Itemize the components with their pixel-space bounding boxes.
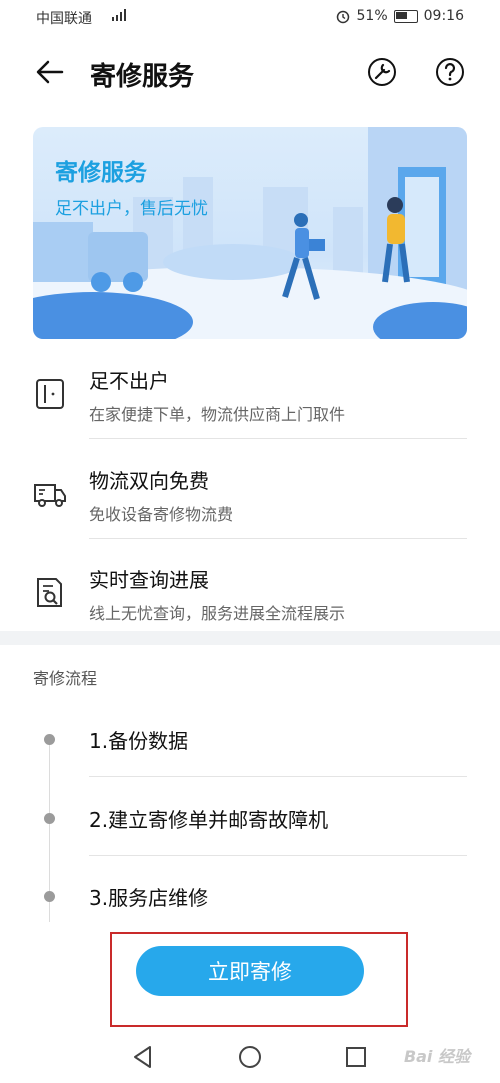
banner-title: 寄修服务 bbox=[55, 160, 147, 186]
step-dot bbox=[44, 813, 55, 824]
question-icon[interactable] bbox=[434, 56, 466, 88]
signal-icon bbox=[112, 9, 126, 21]
process-title: 寄修流程 bbox=[33, 669, 98, 688]
truck-icon bbox=[34, 484, 66, 507]
clock: 09:16 bbox=[423, 8, 464, 24]
feature-desc: 线上无忧查询，服务进展全流程展示 bbox=[89, 604, 346, 623]
divider bbox=[89, 776, 467, 777]
step-dot bbox=[44, 891, 55, 902]
nav-back-icon[interactable] bbox=[130, 1044, 156, 1070]
carrier-label: 中国联通 bbox=[36, 11, 92, 27]
battery-icon bbox=[393, 9, 418, 23]
section-gap bbox=[0, 631, 500, 645]
arrow-left-icon[interactable] bbox=[34, 56, 66, 88]
feature-item: 物流双向免费 免收设备寄修物流费 bbox=[0, 447, 500, 547]
step-label: 3.服务店维修 bbox=[89, 886, 209, 910]
status-bar: 中国联通 51% 09:16 bbox=[0, 0, 500, 34]
document-search-icon bbox=[37, 578, 62, 607]
divider bbox=[89, 855, 467, 856]
nav-home-icon[interactable] bbox=[237, 1044, 263, 1070]
alarm-icon bbox=[336, 10, 349, 24]
step-label: 2.建立寄修单并邮寄故障机 bbox=[89, 808, 329, 832]
feature-name: 足不出户 bbox=[89, 369, 169, 393]
feature-desc: 免收设备寄修物流费 bbox=[89, 505, 234, 524]
step-dot bbox=[44, 734, 55, 745]
feature-item: 足不出户 在家便捷下单，物流供应商上门取件 bbox=[0, 347, 500, 447]
nav-recents-icon[interactable] bbox=[343, 1044, 369, 1070]
service-banner: 寄修服务 足不出户，售后无忧 bbox=[33, 127, 467, 339]
app-header: 寄修服务 bbox=[0, 40, 500, 106]
wrench-icon[interactable] bbox=[366, 56, 398, 88]
battery-percent: 51% bbox=[356, 8, 388, 24]
step-label: 1.备份数据 bbox=[89, 729, 189, 753]
divider bbox=[89, 538, 467, 539]
banner-subtitle: 足不出户，售后无忧 bbox=[55, 199, 208, 219]
feature-name: 实时查询进展 bbox=[89, 568, 209, 592]
door-icon bbox=[36, 379, 64, 409]
feature-name: 物流双向免费 bbox=[89, 469, 209, 493]
submit-repair-button[interactable]: 立即寄修 bbox=[136, 946, 364, 996]
page-title: 寄修服务 bbox=[90, 62, 195, 92]
feature-desc: 在家便捷下单，物流供应商上门取件 bbox=[89, 405, 346, 424]
watermark: Bai 经验 bbox=[403, 1047, 470, 1066]
process-step: 1.备份数据 bbox=[0, 700, 500, 778]
process-step: 2.建立寄修单并邮寄故障机 bbox=[0, 779, 500, 857]
divider bbox=[89, 438, 467, 439]
